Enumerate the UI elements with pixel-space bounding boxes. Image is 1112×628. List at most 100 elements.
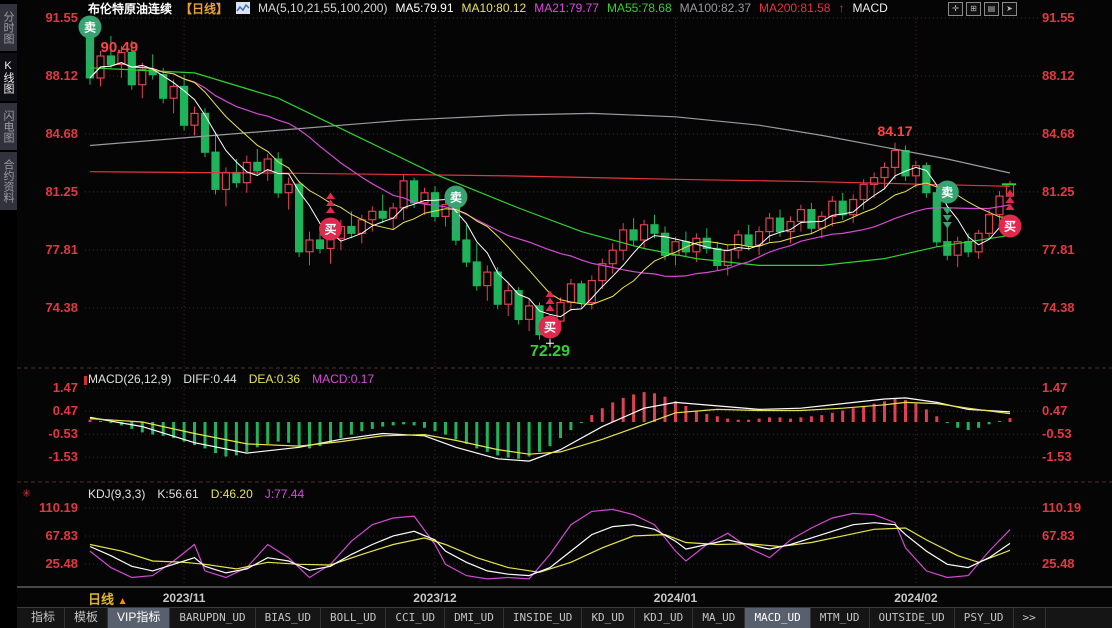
price-annotation-label: 84.17 bbox=[877, 123, 912, 139]
candle bbox=[881, 167, 888, 177]
candle bbox=[505, 291, 512, 305]
candle bbox=[317, 240, 324, 248]
mini-kline-icon bbox=[236, 2, 250, 14]
y-axis-label: 0.47 bbox=[53, 403, 78, 418]
candle bbox=[222, 173, 229, 190]
sell-marker-label: 卖 bbox=[84, 20, 96, 35]
y-axis-label: 84.68 bbox=[45, 126, 78, 141]
indicator-label[interactable]: MACD bbox=[852, 1, 887, 15]
tab-KD_UD[interactable]: KD_UD bbox=[582, 608, 634, 628]
candle bbox=[473, 262, 480, 286]
crosshair-icon[interactable]: ✛ bbox=[948, 2, 963, 16]
tab-OUTSIDE_UD[interactable]: OUTSIDE_UD bbox=[870, 608, 955, 628]
sell-signal-triangle-icon bbox=[943, 215, 952, 222]
sell-marker-label: 卖 bbox=[941, 185, 953, 200]
tab-KDJ_UD[interactable]: KDJ_UD bbox=[635, 608, 694, 628]
candle bbox=[254, 162, 261, 170]
sell-marker-label: 卖 bbox=[450, 190, 462, 205]
period-selector[interactable]: 日线 ▲ bbox=[88, 589, 128, 608]
tab-PSY_UD[interactable]: PSY_UD bbox=[955, 608, 1014, 628]
chart-canvas[interactable]: 91.5591.5588.1288.1284.6884.6881.2581.25… bbox=[0, 0, 1112, 628]
candle bbox=[170, 86, 177, 98]
tab-BOLL_UD[interactable]: BOLL_UD bbox=[321, 608, 386, 628]
candle bbox=[233, 173, 240, 183]
y-axis-label: -1.53 bbox=[48, 449, 78, 464]
next-page-icon[interactable]: ➤ bbox=[1002, 2, 1017, 16]
candle bbox=[390, 208, 397, 218]
period-selector-label[interactable]: 日线 bbox=[88, 592, 114, 607]
candle bbox=[567, 284, 574, 303]
layout-icon[interactable]: ▤ bbox=[984, 2, 999, 16]
sidebar-item-kline-chart[interactable]: K线图 bbox=[0, 53, 17, 101]
sidebar-item-flash-chart[interactable]: 闪电图 bbox=[0, 103, 17, 150]
y-axis-label: 1.47 bbox=[1042, 380, 1067, 395]
candle bbox=[839, 201, 846, 215]
buy-signal-triangle-icon bbox=[326, 207, 335, 214]
y-axis-label: 77.81 bbox=[1042, 242, 1075, 257]
ma-legend-item: MA10:80.12 bbox=[462, 1, 527, 15]
candle bbox=[191, 113, 198, 125]
y-axis-label: 25.48 bbox=[1042, 556, 1075, 571]
candle bbox=[275, 159, 282, 193]
tab-指标[interactable]: 指标 bbox=[22, 608, 65, 628]
y-axis-label: 0.47 bbox=[1042, 403, 1067, 418]
kdj-lines bbox=[90, 509, 1010, 579]
candle bbox=[651, 225, 658, 233]
tab->>[interactable]: >> bbox=[1014, 608, 1046, 628]
ma-legend-item: MA21:79.77 bbox=[534, 1, 599, 15]
buy-marker-label: 买 bbox=[1004, 220, 1016, 234]
sidebar-item-contract-info[interactable]: 合约资料 bbox=[0, 152, 17, 210]
y-axis-label: 67.83 bbox=[45, 528, 78, 543]
candle bbox=[400, 181, 407, 208]
date-label: 2024/02 bbox=[894, 591, 938, 605]
tab-MTM_UD[interactable]: MTM_UD bbox=[811, 608, 870, 628]
candle bbox=[160, 75, 167, 99]
tab-MACD_UD[interactable]: MACD_UD bbox=[745, 608, 810, 628]
tab-CCI_UD[interactable]: CCI_UD bbox=[386, 608, 445, 628]
y-axis-label: 1.47 bbox=[53, 380, 78, 395]
j-value-label: J:77.44 bbox=[265, 487, 304, 501]
sell-signal-triangle-icon bbox=[943, 208, 952, 215]
candle bbox=[797, 210, 804, 222]
kdj-panel-header: KDJ(9,3,3) K:56.61 D:46.20 J:77.44 bbox=[88, 487, 304, 501]
tab-BARUPDN_UD[interactable]: BARUPDN_UD bbox=[170, 608, 255, 628]
tab-BIAS_UD[interactable]: BIAS_UD bbox=[256, 608, 321, 628]
ma-legend-item: MA5:79.91 bbox=[395, 1, 453, 15]
tab-INSIDE_UD[interactable]: INSIDE_UD bbox=[504, 608, 583, 628]
buy-signal-triangle-icon bbox=[546, 298, 555, 305]
candle bbox=[306, 240, 313, 252]
candle bbox=[818, 216, 825, 228]
candle bbox=[965, 242, 972, 252]
candle bbox=[620, 230, 627, 250]
new-window-icon[interactable]: ⊞ bbox=[966, 2, 981, 16]
macd-value-label: MACD:0.17 bbox=[312, 372, 374, 386]
y-axis-label: 110.19 bbox=[1042, 500, 1081, 515]
candle bbox=[630, 230, 637, 240]
y-axis-label: 84.68 bbox=[1042, 126, 1075, 141]
candle bbox=[348, 227, 355, 234]
d-value-label: D:46.20 bbox=[211, 487, 253, 501]
candle bbox=[557, 303, 564, 322]
candle bbox=[588, 281, 595, 303]
y-axis-label: 25.48 bbox=[45, 556, 78, 571]
date-label: 2023/12 bbox=[413, 591, 457, 605]
y-axis-label: 81.25 bbox=[45, 184, 78, 199]
tab-模板[interactable]: 模板 bbox=[65, 608, 108, 628]
topbar-icon-group: ✛⊞▤➤ bbox=[948, 2, 1017, 16]
tab-DMI_UD[interactable]: DMI_UD bbox=[445, 608, 504, 628]
tab-MA_UD[interactable]: MA_UD bbox=[693, 608, 745, 628]
y-axis-label: 88.12 bbox=[1042, 68, 1075, 83]
kdj-params-label: KDJ(9,3,3) bbox=[88, 487, 145, 501]
macd-panel-header: MACD(26,12,9) DIFF:0.44 DEA:0.36 MACD:0.… bbox=[88, 372, 374, 386]
sidebar-item-timeshare-chart[interactable]: 分时图 bbox=[0, 4, 17, 51]
candle bbox=[411, 181, 418, 203]
candle bbox=[484, 272, 491, 286]
candle bbox=[578, 284, 585, 303]
indicator-tab-bar: 指标模板VIP指标BARUPDN_UDBIAS_UDBOLL_UDCCI_UDD… bbox=[17, 607, 1112, 628]
period-badge[interactable]: 【日线】 bbox=[180, 0, 228, 17]
tab-VIP指标[interactable]: VIP指标 bbox=[108, 608, 170, 628]
k-value-label: K:56.61 bbox=[157, 487, 198, 501]
candle bbox=[379, 211, 386, 218]
candle bbox=[609, 250, 616, 264]
y-axis-label: 81.25 bbox=[1042, 184, 1075, 199]
